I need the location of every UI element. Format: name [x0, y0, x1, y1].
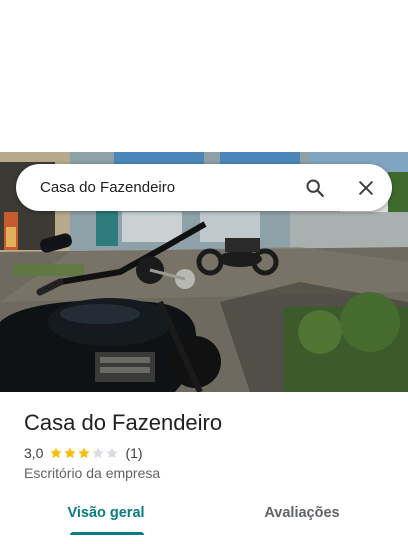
star-filled-icon [64, 447, 77, 459]
rating-stars [49, 446, 119, 460]
place-tabs: Visão geral Avaliações [0, 496, 408, 544]
star-empty-icon [92, 447, 105, 459]
place-category[interactable]: Escritório da empresa [24, 465, 160, 481]
search-bar[interactable]: Casa do Fazendeiro [16, 164, 392, 211]
tab-overview[interactable]: Visão geral [58, 496, 154, 536]
tab-reviews[interactable]: Avaliações [252, 496, 352, 536]
place-name: Casa do Fazendeiro [24, 410, 223, 435]
tab-selected-indicator [70, 532, 144, 535]
close-icon[interactable] [351, 173, 381, 203]
search-icon[interactable] [300, 173, 330, 203]
rating-row[interactable]: 3,0 (1) [24, 444, 143, 462]
review-count[interactable]: (1) [125, 445, 142, 461]
rating-value: 3,0 [24, 445, 44, 461]
star-filled-icon [50, 447, 63, 459]
search-input[interactable]: Casa do Fazendeiro [40, 164, 175, 211]
star-empty-icon [106, 447, 119, 459]
map-blank-area [0, 0, 408, 152]
star-filled-icon [78, 447, 91, 459]
